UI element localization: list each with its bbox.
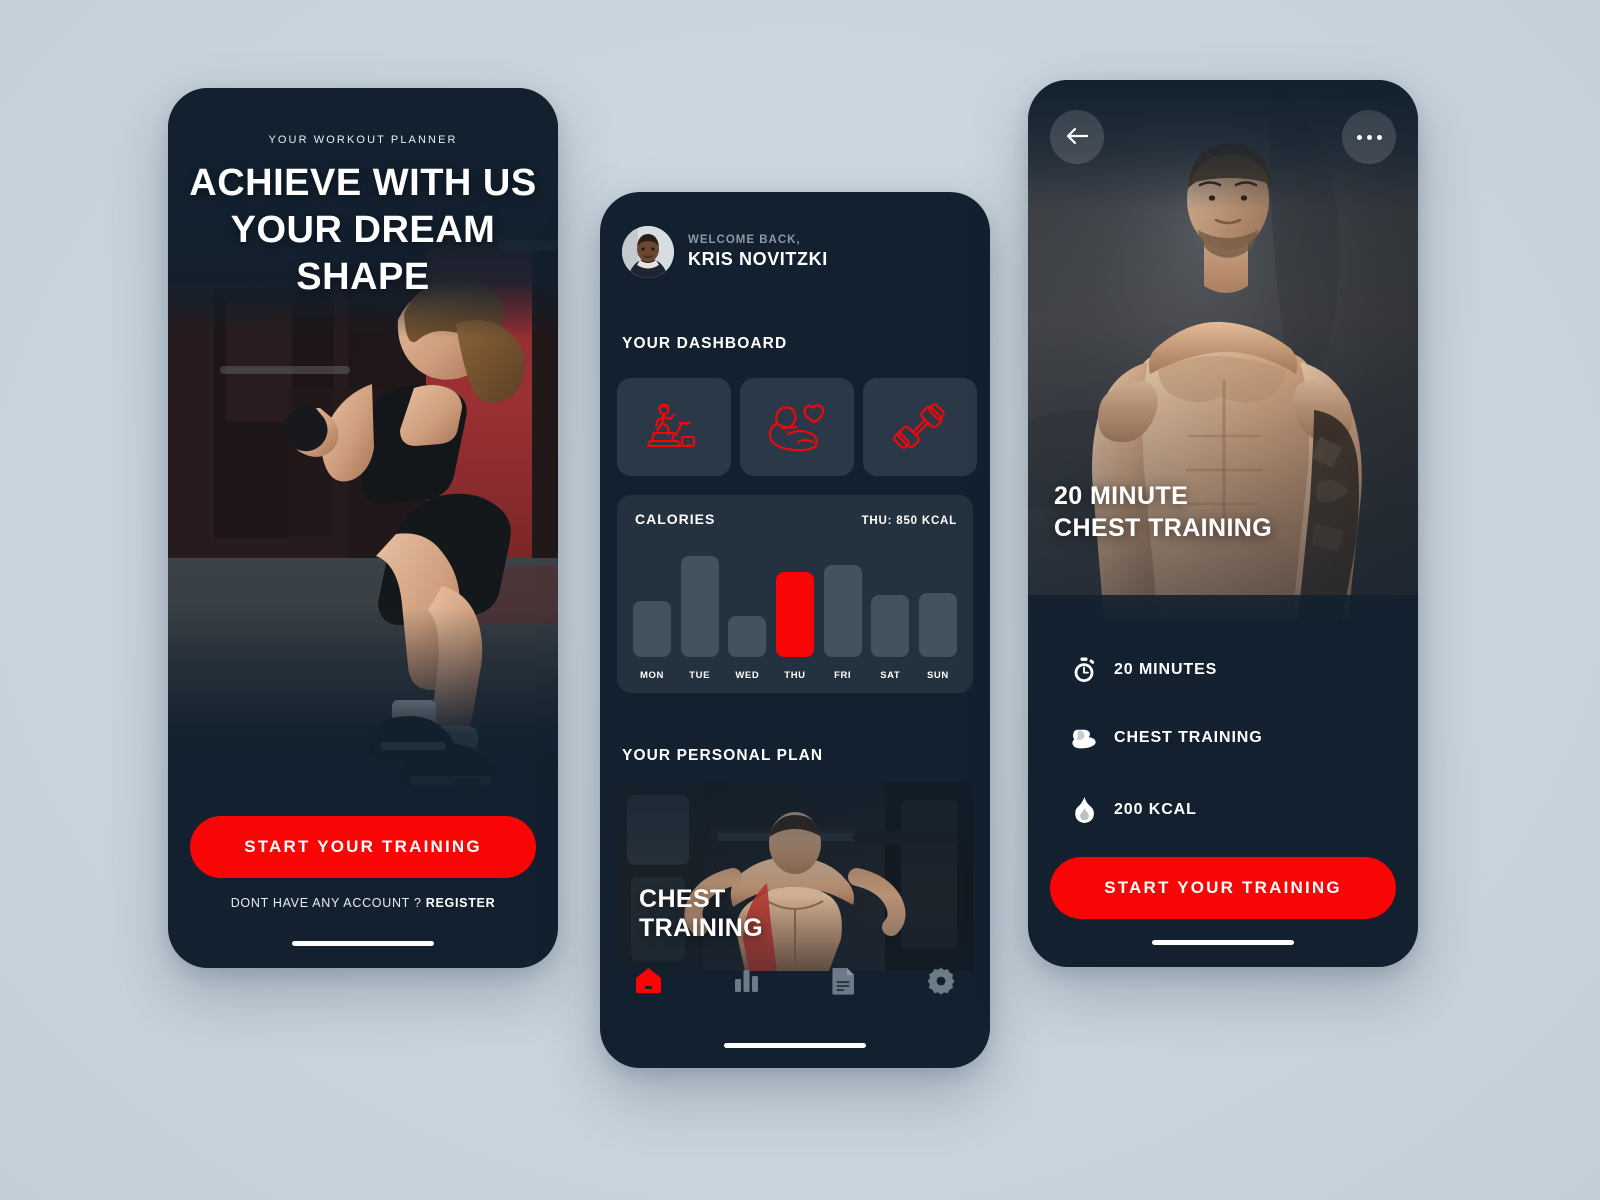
gear-icon: [927, 967, 955, 1000]
chart-x-label: WED: [735, 670, 760, 681]
chart-x-label: FRI: [834, 670, 852, 681]
chart-x-label: SUN: [927, 670, 949, 681]
tile-strength[interactable]: [740, 378, 854, 476]
flame-icon: [1072, 797, 1096, 823]
chart-bar-column[interactable]: [728, 616, 767, 657]
chart-bar-column[interactable]: [680, 556, 719, 657]
page-title: ACHIEVE WITH US YOUR DREAM SHAPE: [168, 160, 558, 301]
chart-bar-column[interactable]: [823, 565, 862, 657]
document-icon: [831, 967, 857, 1000]
meta-row-type: CHEST TRAINING: [1072, 727, 1263, 749]
dashboard-section-title: YOUR DASHBOARD: [622, 335, 788, 352]
nav-item-settings[interactable]: [917, 959, 965, 1007]
chart-x-label: TUE: [689, 670, 711, 681]
headline-line-1: ACHIEVE WITH US: [189, 162, 537, 204]
profile-header[interactable]: WELCOME BACK, KRIS NOVITZKI: [622, 226, 828, 278]
arrow-left-icon: [1066, 127, 1089, 148]
phone-workout-detail-screen: 20 MINUTE CHEST TRAINING 20 MINUTES CHES…: [1028, 80, 1418, 967]
meta-text-calories: 200 KCAL: [1114, 801, 1197, 818]
plan-card-title-line-2: TRAINING: [639, 914, 764, 942]
register-link[interactable]: REGISTER: [426, 896, 496, 910]
meta-text-type: CHEST TRAINING: [1114, 729, 1263, 746]
workout-title: 20 MINUTE CHEST TRAINING: [1054, 480, 1272, 544]
meta-row-calories: 200 KCAL: [1072, 797, 1197, 823]
chart-bar-column[interactable]: [633, 601, 671, 657]
bottom-navigation-bar: [600, 954, 990, 1012]
welcome-label: WELCOME BACK,: [688, 234, 801, 246]
headline-line-2: YOUR DREAM SHAPE: [230, 209, 496, 298]
tile-weights[interactable]: [863, 378, 977, 476]
home-icon: [635, 967, 662, 999]
start-training-button[interactable]: START YOUR TRAINING: [190, 816, 536, 878]
tile-cardio[interactable]: [617, 378, 731, 476]
phone-onboarding-screen: YOUR WORKOUT PLANNER ACHIEVE WITH US YOU…: [168, 88, 558, 968]
plan-card-chest-training[interactable]: CHEST TRAINING: [617, 781, 973, 971]
nav-item-plans[interactable]: [820, 959, 868, 1007]
phone-dashboard-screen: WELCOME BACK, KRIS NOVITZKI YOUR DASHBOA…: [600, 192, 990, 1068]
more-options-button[interactable]: [1342, 110, 1396, 164]
workout-meta-panel: 20 MINUTES CHEST TRAINING 200 KCAL: [1028, 595, 1418, 840]
personal-plan-section-title: YOUR PERSONAL PLAN: [622, 747, 824, 764]
page-eyebrow: YOUR WORKOUT PLANNER: [268, 134, 458, 146]
chart-x-label: THU: [784, 670, 806, 681]
chart-bar-column[interactable]: [871, 595, 910, 657]
plan-card-title: CHEST TRAINING: [639, 885, 763, 943]
workout-title-line-2: CHEST TRAINING: [1054, 514, 1273, 542]
chart-bar-column[interactable]: [775, 572, 814, 657]
plan-card-title-line-1: CHEST: [639, 885, 726, 913]
treadmill-icon: [646, 401, 702, 453]
chart-bar[interactable]: [823, 565, 862, 657]
chart-bar[interactable]: [680, 556, 719, 657]
bicep-heart-icon: [768, 402, 826, 452]
chart-x-labels: MON TUE WED THU FRI SAT SUN: [633, 670, 957, 681]
dashboard-tiles: [617, 378, 977, 476]
chart-bar-column[interactable]: [918, 593, 957, 657]
workout-title-line-1: 20 MINUTE: [1054, 482, 1189, 510]
chart-bars: [633, 541, 957, 657]
start-training-button[interactable]: START YOUR TRAINING: [1050, 857, 1396, 919]
home-indicator: [724, 1043, 866, 1048]
stopwatch-icon: [1072, 657, 1096, 683]
register-prompt[interactable]: DONT HAVE ANY ACCOUNT ? REGISTER: [168, 896, 558, 910]
chart-bar[interactable]: [871, 595, 910, 657]
mockup-stage: YOUR WORKOUT PLANNER ACHIEVE WITH US YOU…: [0, 0, 1600, 1200]
chart-annotation: THU: 850 KCAL: [861, 515, 957, 527]
register-prompt-text: DONT HAVE ANY ACCOUNT ?: [230, 896, 422, 910]
chart-bar[interactable]: [728, 616, 767, 657]
nav-item-home[interactable]: [625, 959, 673, 1007]
home-indicator: [1152, 940, 1294, 945]
nav-item-statistics[interactable]: [722, 959, 770, 1007]
bar-chart-icon: [733, 967, 760, 999]
back-button[interactable]: [1050, 110, 1104, 164]
calories-chart-card: CALORIES THU: 850 KCAL MON TUE WED THU FRI SA…: [617, 495, 973, 693]
more-horizontal-icon: [1354, 134, 1384, 140]
chart-bar[interactable]: [918, 593, 957, 657]
chart-x-label: MON: [640, 670, 664, 681]
chart-title: CALORIES: [635, 511, 716, 527]
chart-bar[interactable]: [633, 601, 671, 657]
meta-text-duration: 20 MINUTES: [1114, 661, 1218, 678]
dumbbell-icon: [893, 401, 947, 453]
bicep-icon: [1072, 727, 1096, 749]
profile-text: WELCOME BACK, KRIS NOVITZKI: [688, 234, 828, 270]
user-name: KRIS NOVITZKI: [688, 249, 828, 269]
meta-row-duration: 20 MINUTES: [1072, 657, 1217, 683]
chart-x-label: SAT: [880, 670, 901, 681]
avatar[interactable]: [622, 226, 674, 278]
chart-header: CALORIES THU: 850 KCAL: [635, 511, 957, 527]
home-indicator: [292, 941, 434, 946]
chart-bar[interactable]: [775, 572, 814, 657]
